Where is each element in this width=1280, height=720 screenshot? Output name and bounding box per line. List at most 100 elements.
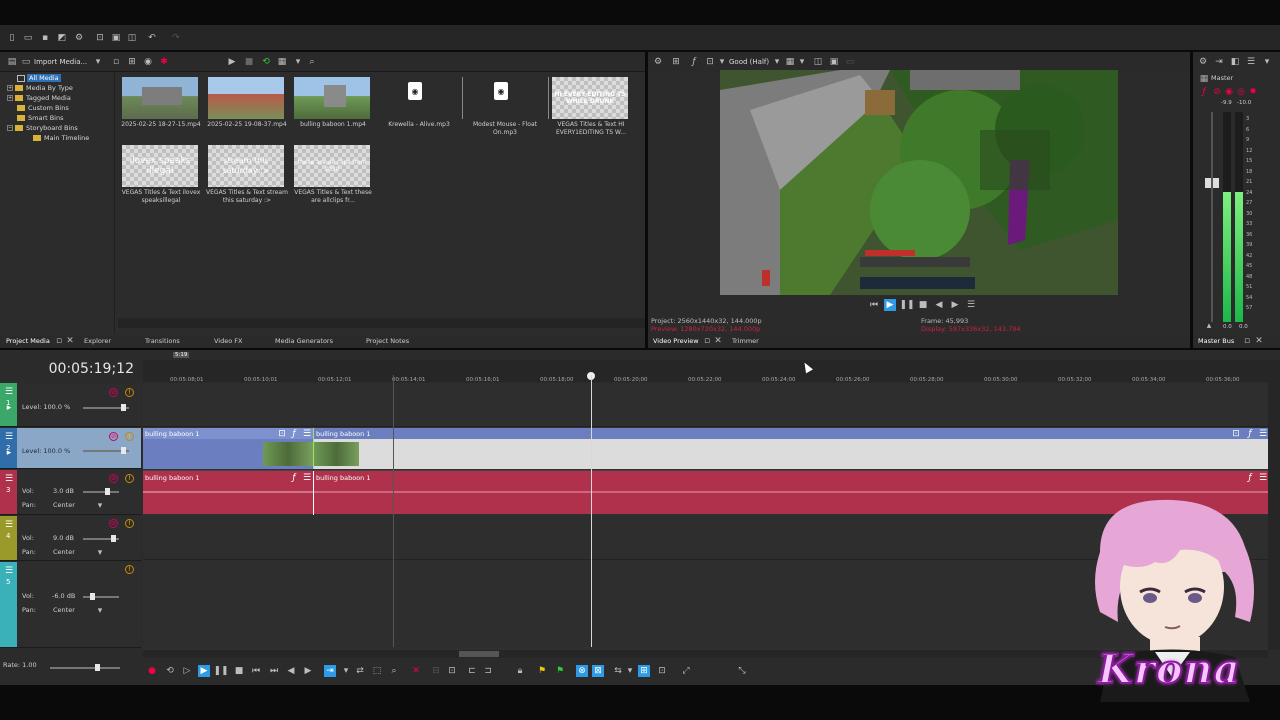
sync-cursor-icon[interactable]: ⊞ <box>638 665 650 677</box>
fx-icon[interactable]: ƒ <box>1244 472 1256 484</box>
dock-icon[interactable]: ▫ <box>1241 335 1253 347</box>
close-icon[interactable]: ✕ <box>712 335 724 347</box>
stop-icon[interactable]: ■ <box>243 56 255 68</box>
solo-icon[interactable]: ! <box>125 474 134 483</box>
preview-quality-select[interactable]: Good (Half) <box>729 58 769 66</box>
tab-trimmer[interactable]: Trimmer <box>732 337 759 345</box>
tree-item-all-media[interactable]: All Media <box>17 73 61 83</box>
redo-icon[interactable]: ↷ <box>170 32 182 44</box>
chevron-down-icon[interactable]: ▾ <box>624 665 636 677</box>
import-icon[interactable]: ▭ <box>20 56 32 68</box>
track-menu-icon[interactable]: ☰ <box>3 565 15 577</box>
downmix-icon[interactable]: ⇥ <box>1213 56 1225 68</box>
trim-icon[interactable]: ⊟ <box>430 665 442 677</box>
tree-item-custom-bins[interactable]: Custom Bins <box>17 103 69 113</box>
track-header-5[interactable]: ☰ 5 ! Vol: -6.0 dB Pan: Center ▾ <box>0 562 141 648</box>
volume-slider[interactable] <box>83 535 119 542</box>
play-icon[interactable]: ▶ <box>884 299 896 311</box>
loop-icon[interactable]: ⟲ <box>164 665 176 677</box>
ignore-grouping-icon[interactable]: ⊠ <box>592 665 604 677</box>
track-header-1[interactable]: ☰ 1 ▸ ⊘ ! Level: 100.0 % <box>0 383 141 427</box>
track-menu-icon[interactable]: ☰ <box>3 431 15 443</box>
media-item[interactable]: bulling baboon 1.mp4 <box>290 74 376 138</box>
tree-item-media-by-type[interactable]: + Media By Type <box>7 83 73 93</box>
solo-icon[interactable]: ! <box>125 388 134 397</box>
preview-settings-icon[interactable]: ⊞ <box>670 56 682 68</box>
external-monitor-icon[interactable]: ▭ <box>844 56 856 68</box>
track-header-3[interactable]: ☰ 3 ⊘ ! Vol: 3.0 dB Pan: Center ▾ <box>0 470 141 515</box>
track-menu-icon[interactable]: ☰ <box>3 519 15 531</box>
render-icon[interactable]: ◩ <box>56 32 68 44</box>
video-clip[interactable]: bulling baboon 1 ⊡ ƒ ☰ <box>143 428 313 469</box>
remove-media-icon[interactable]: ▫ <box>110 56 122 68</box>
media-item[interactable]: ◉ Krewella - Alive.mp3 <box>376 74 463 138</box>
tab-transitions[interactable]: Transitions <box>145 337 180 345</box>
close-icon[interactable]: ✕ <box>64 335 76 347</box>
pan-crop-icon[interactable]: ⊡ <box>276 428 288 440</box>
stop-icon[interactable]: ■ <box>233 665 245 677</box>
paste-icon[interactable]: ◫ <box>126 32 138 44</box>
play-icon[interactable]: ▶ <box>226 56 238 68</box>
solo-icon[interactable]: ◉ <box>1223 86 1235 98</box>
mute-icon[interactable]: ⊘ <box>109 519 118 528</box>
prev-frame-icon[interactable]: ◀ <box>285 665 297 677</box>
solo-icon[interactable]: ! <box>125 519 134 528</box>
fx-icon[interactable]: ƒ <box>288 472 300 484</box>
undo-icon[interactable]: ↶ <box>146 32 158 44</box>
close-icon[interactable]: ✕ <box>1253 335 1265 347</box>
save-icon[interactable]: ▪ <box>39 32 51 44</box>
chevron-down-icon[interactable]: ▾ <box>796 56 808 68</box>
go-to-end-icon[interactable]: ⏭ <box>268 665 280 677</box>
capture-icon[interactable]: ⊞ <box>126 56 138 68</box>
properties-icon[interactable]: ⚙ <box>73 32 85 44</box>
auto-preview-icon[interactable]: ⟲ <box>260 56 272 68</box>
tree-item-storyboard-bins[interactable]: − Storyboard Bins <box>7 123 78 133</box>
fx-icon[interactable]: ƒ <box>1244 428 1256 440</box>
next-frame-icon[interactable]: ▶ <box>302 665 314 677</box>
trim-end-icon[interactable]: ⊐ <box>482 665 494 677</box>
mute-icon[interactable]: ⊘ <box>1211 86 1223 98</box>
snapshot-icon[interactable]: ◫ <box>812 56 824 68</box>
stop-icon[interactable]: ■ <box>917 299 929 311</box>
tab-video-preview[interactable]: Video Preview <box>653 337 699 345</box>
prev-frame-icon[interactable]: ◀ <box>933 299 945 311</box>
insert-icon[interactable]: ◎ <box>1235 86 1247 98</box>
media-item[interactable]: ilovex speaks illegal VEGAS Titles & Tex… <box>118 142 204 206</box>
open-folder-icon[interactable]: ▭ <box>22 32 34 44</box>
mute-icon[interactable]: ⊘ <box>109 432 118 441</box>
mute-icon[interactable]: ⊘ <box>109 388 118 397</box>
playhead-cursor[interactable] <box>591 375 592 647</box>
envelope-icon[interactable]: ⊡ <box>656 665 668 677</box>
menu-icon[interactable]: ☰ <box>965 299 977 311</box>
expand-icon[interactable]: ▸ <box>3 447 15 459</box>
normal-edit-tool-icon[interactable]: ⤡ <box>736 665 748 677</box>
new-file-icon[interactable]: ▯ <box>6 32 18 44</box>
pause-icon[interactable]: ❚❚ <box>899 299 914 311</box>
import-media-button[interactable]: Import Media... <box>34 58 87 66</box>
tab-video-fx[interactable]: Video FX <box>214 337 242 345</box>
next-frame-icon[interactable]: ▶ <box>949 299 961 311</box>
tab-project-notes[interactable]: Project Notes <box>366 337 409 345</box>
clip-menu-icon[interactable]: ☰ <box>301 472 313 484</box>
chevron-down-icon[interactable]: ▾ <box>292 56 304 68</box>
solo-icon[interactable]: ! <box>125 432 134 441</box>
volume-slider[interactable] <box>83 488 119 495</box>
play-icon[interactable]: ▶ <box>198 665 210 677</box>
track-lane-1[interactable] <box>143 383 1268 427</box>
zoom-icon[interactable]: ⌕ <box>388 665 400 677</box>
tree-item-smart-bins[interactable]: Smart Bins <box>17 113 64 123</box>
track-menu-icon[interactable]: ☰ <box>3 473 15 485</box>
get-media-icon[interactable]: ◉ <box>142 56 154 68</box>
rate-slider[interactable] <box>50 664 120 671</box>
copy-icon[interactable]: ▣ <box>110 32 122 44</box>
overlays-icon[interactable]: ▦ <box>784 56 796 68</box>
chevron-down-icon[interactable]: ▾ <box>716 56 728 68</box>
chevron-down-icon[interactable]: ▾ <box>771 56 783 68</box>
delete-icon[interactable]: ✕ <box>410 665 422 677</box>
fx-icon[interactable]: ƒ <box>288 428 300 440</box>
media-item[interactable]: 2025-02-25 19-08-37.mp4 <box>204 74 290 138</box>
media-item[interactable]: stream this saturday :> VEGAS Titles & T… <box>204 142 290 206</box>
pan-crop-icon[interactable]: ⊡ <box>1230 428 1242 440</box>
chevron-down-icon[interactable]: ▾ <box>340 665 352 677</box>
play-from-start-icon[interactable]: ⏮ <box>868 299 880 311</box>
